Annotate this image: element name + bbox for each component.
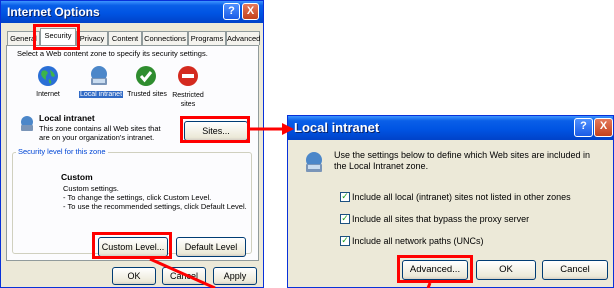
annotation-arrows [149, 123, 432, 288]
sites-to-dialog-arrowhead [282, 123, 294, 135]
advanced-pointer-line [426, 282, 432, 288]
custom-level-pointer-line [149, 257, 216, 288]
